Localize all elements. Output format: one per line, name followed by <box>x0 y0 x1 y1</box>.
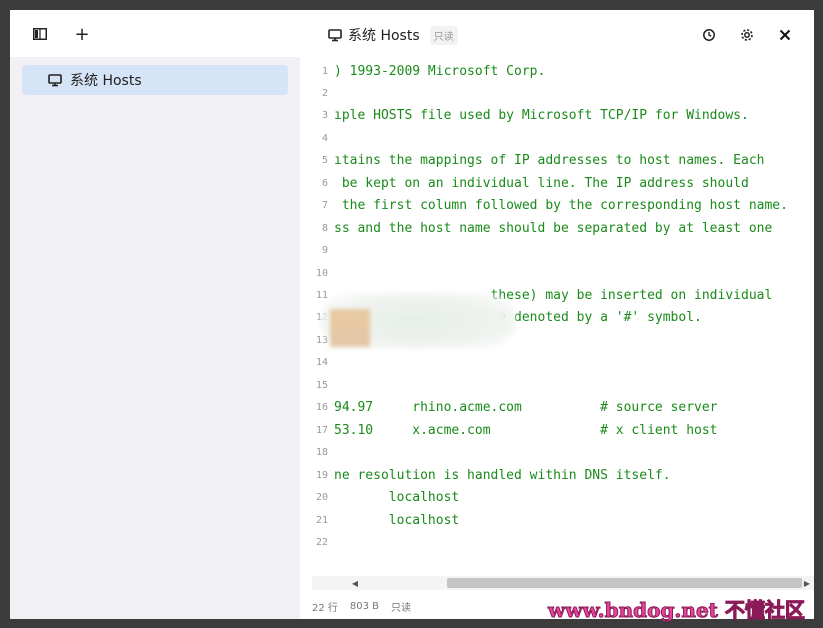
line-number: 15 <box>315 379 328 391</box>
line-number: 14 <box>315 357 328 369</box>
line-text: ne resolution is handled within DNS itse… <box>334 467 671 483</box>
monitor-icon <box>48 74 62 87</box>
editor-line: 16 94.97 rhino.acme.com # source server <box>300 397 814 419</box>
blurred-region <box>320 293 516 349</box>
watermark: www.bndog.net 不懂社区 <box>548 598 806 623</box>
sidebar-toggle-button[interactable] <box>30 24 50 44</box>
editor-line: 2 <box>300 82 814 104</box>
scroll-right-arrow-icon[interactable]: ▶ <box>800 576 814 590</box>
line-text: localhost <box>334 490 460 506</box>
editor-line: 21 localhost <box>300 509 814 531</box>
editor-line: 7 the first column followed by the corre… <box>300 195 814 217</box>
sidebar-item-label: 系统 Hosts <box>70 73 142 89</box>
editor-line: 15 <box>300 374 814 396</box>
line-number: 18 <box>315 447 328 459</box>
line-text: ıtains the mappings of IP addresses to h… <box>334 153 765 169</box>
line-count: 22 行 <box>312 602 338 614</box>
editor-line: 1 ) 1993-2009 Microsoft Corp. <box>300 60 814 82</box>
settings-button[interactable] <box>736 24 758 46</box>
line-number: 4 <box>321 132 328 144</box>
editor-line: 4 <box>300 127 814 149</box>
editor-line: 8 ss and the host name should be separate… <box>300 217 814 239</box>
sidebar: 系统 Hosts <box>10 57 300 619</box>
line-number: 6 <box>321 177 328 189</box>
editor-line: 3 ıple HOSTS file used by Microsoft TCP/I… <box>300 105 814 127</box>
scrollbar-thumb[interactable] <box>447 578 802 588</box>
editor-line: 10 <box>300 262 814 284</box>
readonly-status: 只读 <box>391 602 412 614</box>
close-icon <box>779 29 791 41</box>
sidebar-layout-icon <box>33 28 47 40</box>
line-number: 19 <box>315 469 328 481</box>
page-title: 系统 Hosts <box>348 28 420 44</box>
editor-line: 18 <box>300 442 814 464</box>
app-window: + 系统 Hosts 只读 系统 Hosts 1) 1993-2009 Mic… <box>10 10 814 619</box>
monitor-icon <box>328 29 342 42</box>
editor-line: 14 <box>300 352 814 374</box>
editor-line: 17 53.10 x.acme.com # x client host <box>300 419 814 441</box>
line-text: the first column followed by the corresp… <box>334 198 788 214</box>
history-button[interactable] <box>698 24 720 46</box>
line-text: ) 1993-2009 Microsoft Corp. <box>334 63 546 79</box>
line-number: 16 <box>315 402 328 414</box>
header-title-area: 系统 Hosts 只读 <box>328 24 458 46</box>
line-number: 10 <box>315 267 328 279</box>
line-number: 5 <box>321 155 328 167</box>
add-button[interactable]: + <box>72 23 92 45</box>
line-text: 94.97 rhino.acme.com # source server <box>334 400 718 416</box>
line-number: 22 <box>315 536 328 548</box>
line-text: ıple HOSTS file used by Microsoft TCP/IP… <box>334 108 749 124</box>
line-text: 53.10 x.acme.com # x client host <box>334 422 718 438</box>
editor-line: 20 localhost <box>300 487 814 509</box>
gear-icon <box>741 29 753 41</box>
editor-line: 19 ne resolution is handled within DNS it… <box>300 464 814 486</box>
line-number: 20 <box>315 492 328 504</box>
line-number: 8 <box>321 222 328 234</box>
sidebar-item-system-hosts[interactable]: 系统 Hosts <box>22 65 288 95</box>
line-number: 1 <box>321 65 328 77</box>
editor-line: 9 <box>300 240 814 262</box>
file-size: 803 B <box>349 600 380 612</box>
line-number: 17 <box>315 424 328 436</box>
line-text: ss and the host name should be separated… <box>334 220 773 236</box>
horizontal-scrollbar[interactable]: ◀ ▶ <box>312 576 814 590</box>
line-number: 21 <box>315 514 328 526</box>
readonly-badge: 只读 <box>429 25 458 45</box>
history-icon <box>703 29 715 41</box>
top-bar: + 系统 Hosts 只读 <box>10 10 814 57</box>
close-button[interactable] <box>774 24 796 46</box>
line-number: 7 <box>321 200 328 212</box>
editor-line: 22 <box>300 531 814 553</box>
line-number: 11 <box>315 290 328 301</box>
line-number: 3 <box>321 110 328 122</box>
line-text: be kept on an individual line. The IP ad… <box>334 175 749 191</box>
scroll-left-arrow-icon[interactable]: ◀ <box>348 576 362 590</box>
line-text: localhost <box>334 512 460 528</box>
line-number: 9 <box>321 245 328 257</box>
line-number: 2 <box>321 87 328 99</box>
editor-line: 6 be kept on an individual line. The IP … <box>300 172 814 194</box>
editor-line: 5 ıtains the mappings of IP addresses to … <box>300 150 814 172</box>
plus-icon: + <box>74 23 90 45</box>
